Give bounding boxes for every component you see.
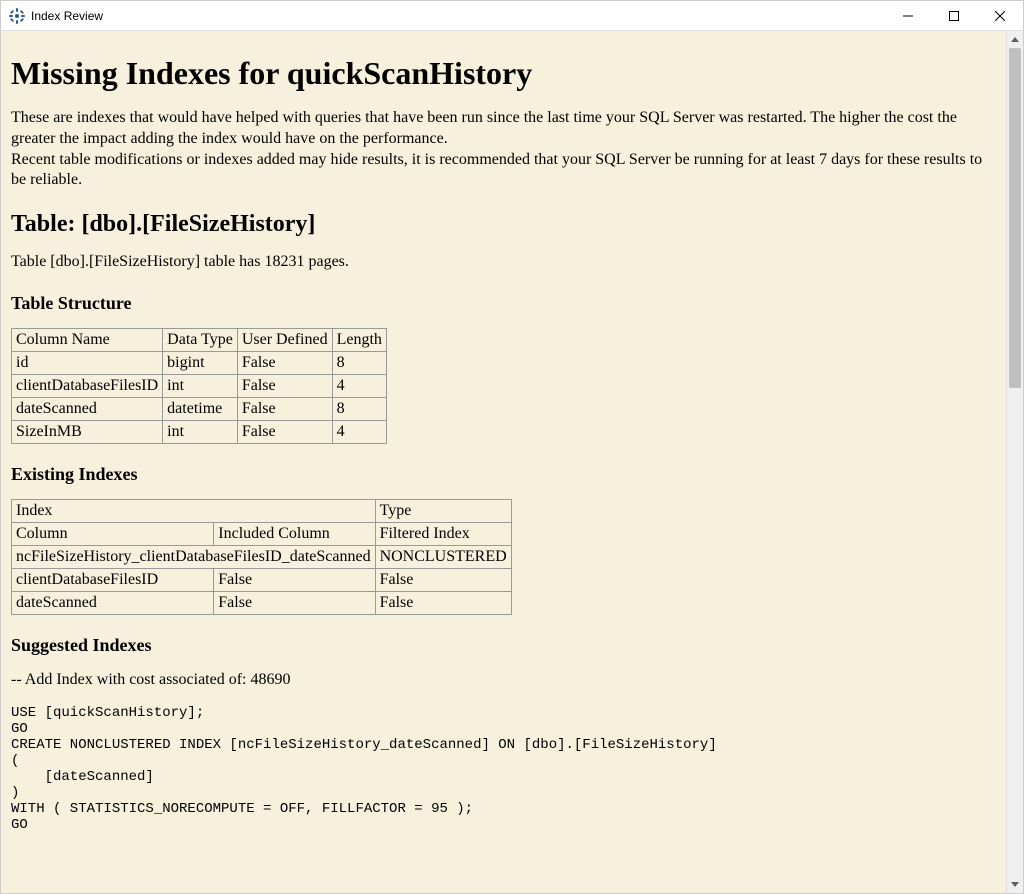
col-header: Column [12, 522, 214, 545]
cell: 4 [332, 374, 386, 397]
sql-code: USE [quickScanHistory]; GO CREATE NONCLU… [11, 705, 996, 833]
col-header: Index [12, 499, 376, 522]
col-header: Column Name [12, 328, 163, 351]
table-row: clientDatabaseFilesID False False [12, 568, 512, 591]
suggested-heading: Suggested Indexes [11, 635, 996, 656]
cell: 8 [332, 397, 386, 420]
cost-line: -- Add Index with cost associated of: 48… [11, 670, 996, 691]
table-heading: Table: [dbo].[FileSizeHistory] [11, 211, 996, 238]
app-window: Index Review Missing Indexes for quickSc… [0, 0, 1024, 894]
cell: False [375, 568, 511, 591]
cell: False [237, 374, 332, 397]
cell: False [375, 591, 511, 614]
cell: False [214, 591, 375, 614]
col-header: Type [375, 499, 511, 522]
cell: 8 [332, 351, 386, 374]
intro-text-2: Recent table modifications or indexes ad… [11, 151, 982, 189]
minimize-button[interactable] [885, 1, 931, 30]
content-wrap: Missing Indexes for quickScanHistory The… [1, 31, 1023, 893]
vertical-scrollbar[interactable] [1006, 31, 1023, 893]
intro-paragraph: These are indexes that would have helped… [11, 108, 996, 191]
table-row: dateScanned False False [12, 591, 512, 614]
cell: ncFileSizeHistory_clientDatabaseFilesID_… [12, 545, 376, 568]
close-button[interactable] [977, 1, 1023, 30]
table-row: ncFileSizeHistory_clientDatabaseFilesID_… [12, 545, 512, 568]
cell: 4 [332, 420, 386, 443]
scroll-up-icon[interactable] [1007, 31, 1023, 48]
col-header: Length [332, 328, 386, 351]
table-row: id bigint False 8 [12, 351, 387, 374]
cell: int [163, 374, 238, 397]
col-header: Data Type [163, 328, 238, 351]
scroll-down-icon[interactable] [1007, 876, 1023, 893]
window-controls [885, 1, 1023, 30]
cell: NONCLUSTERED [375, 545, 511, 568]
cell: False [214, 568, 375, 591]
table-subheader-row: Column Included Column Filtered Index [12, 522, 512, 545]
table-row: dateScanned datetime False 8 [12, 397, 387, 420]
maximize-button[interactable] [931, 1, 977, 30]
page-title: Missing Indexes for quickScanHistory [11, 55, 996, 92]
cell: clientDatabaseFilesID [12, 374, 163, 397]
scrollbar-thumb[interactable] [1009, 48, 1021, 388]
structure-table: Column Name Data Type User Defined Lengt… [11, 328, 387, 444]
cell: SizeInMB [12, 420, 163, 443]
cell: dateScanned [12, 397, 163, 420]
cell: int [163, 420, 238, 443]
cell: id [12, 351, 163, 374]
cell: dateScanned [12, 591, 214, 614]
cell: False [237, 351, 332, 374]
col-header: Included Column [214, 522, 375, 545]
window-title: Index Review [31, 9, 885, 23]
cell: bigint [163, 351, 238, 374]
cell: clientDatabaseFilesID [12, 568, 214, 591]
intro-text-1: These are indexes that would have helped… [11, 109, 957, 147]
existing-table: Index Type Column Included Column Filter… [11, 499, 512, 615]
cell: False [237, 420, 332, 443]
col-header: Filtered Index [375, 522, 511, 545]
cell: datetime [163, 397, 238, 420]
document-content: Missing Indexes for quickScanHistory The… [1, 31, 1006, 893]
table-row: SizeInMB int False 4 [12, 420, 387, 443]
app-icon [9, 8, 25, 24]
col-header: User Defined [237, 328, 332, 351]
pages-line: Table [dbo].[FileSizeHistory] table has … [11, 252, 996, 273]
structure-heading: Table Structure [11, 293, 996, 314]
table-row: clientDatabaseFilesID int False 4 [12, 374, 387, 397]
cell: False [237, 397, 332, 420]
existing-heading: Existing Indexes [11, 464, 996, 485]
titlebar[interactable]: Index Review [1, 1, 1023, 31]
table-header-row: Column Name Data Type User Defined Lengt… [12, 328, 387, 351]
table-header-row: Index Type [12, 499, 512, 522]
